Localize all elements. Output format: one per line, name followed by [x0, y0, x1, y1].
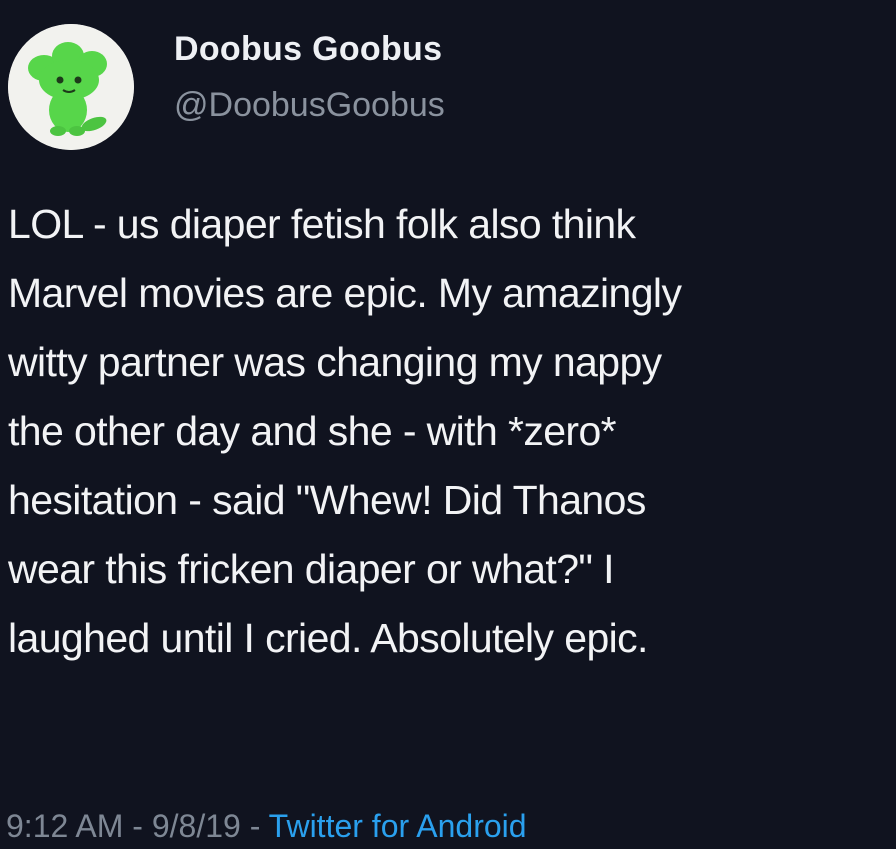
- meta-separator: -: [123, 808, 152, 844]
- tweet-source-link[interactable]: Twitter for Android: [269, 808, 527, 844]
- user-handle[interactable]: @DoobusGoobus: [174, 86, 445, 125]
- tweet-date[interactable]: 9/8/19: [152, 808, 241, 844]
- tweet-meta: 9:12 AM - 9/8/19 - Twitter for Android: [6, 808, 527, 845]
- meta-separator: -: [240, 808, 269, 844]
- tweet-card: Doobus Goobus @DoobusGoobus LOL - us dia…: [0, 0, 896, 849]
- tweet-body: LOL - us diaper fetish folk also think M…: [8, 201, 682, 661]
- display-name[interactable]: Doobus Goobus: [174, 30, 442, 69]
- green-creature-avatar-icon: [8, 24, 134, 150]
- tweet-time: 9:12 AM: [6, 808, 124, 844]
- avatar[interactable]: [8, 24, 134, 150]
